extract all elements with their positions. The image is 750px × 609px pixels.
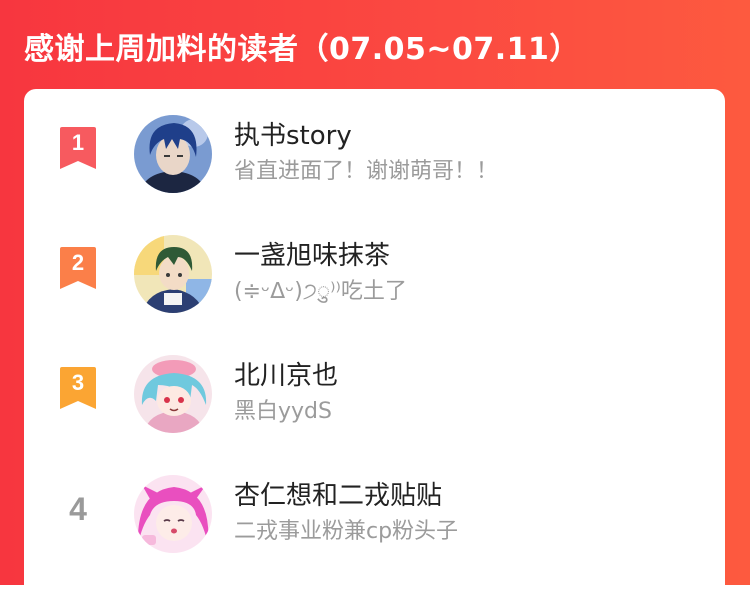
rank-ribbon-icon: 3: [57, 367, 99, 411]
green-hair-anime-avatar-icon[interactable]: [134, 235, 212, 313]
blue-hair-anime-avatar-icon[interactable]: [134, 115, 212, 193]
reader-message: 省直进面了！谢谢萌哥！！: [234, 159, 499, 184]
rank-ribbon-icon: 2: [57, 247, 99, 291]
banner-title: 感谢上周加料的读者（07.05~07.11）: [24, 32, 580, 67]
reader-row[interactable]: 3 北川京也 黑白yydS: [24, 329, 725, 433]
reader-message: 二戎事业粉兼cp粉头子: [234, 519, 459, 544]
rank-ribbon-icon: 1: [57, 127, 99, 171]
reader-name: 执书story: [234, 121, 352, 151]
reader-row[interactable]: 4 杏仁想和二戎贴贴 二戎事业粉兼cp粉头子: [24, 449, 725, 553]
thank-you-banner: 感谢上周加料的读者（07.05~07.11） 1 执书story 省直进面了！谢…: [0, 0, 750, 609]
rank-number: 2: [71, 250, 85, 275]
rank-number: 4: [69, 491, 87, 527]
rank-number: 3: [71, 370, 85, 395]
reader-message: 黑白yydS: [234, 399, 332, 424]
reader-row[interactable]: 2 一盏旭味抹茶 (≑ᵕᐃᵕ)੭ु⁾⁾吃土了: [24, 209, 725, 313]
reader-row[interactable]: 1 执书story 省直进面了！谢谢萌哥！！: [24, 89, 725, 193]
reader-list-card: 1 执书story 省直进面了！谢谢萌哥！！ 2 一盏旭味抹茶 (≑ᵕᐃᵕ)੭ु…: [24, 89, 725, 609]
reader-name: 一盏旭味抹茶: [234, 241, 391, 271]
pink-hair-anime-avatar-icon[interactable]: [134, 475, 212, 553]
rank-number: 1: [71, 130, 85, 155]
reader-name: 杏仁想和二戎贴贴: [234, 481, 443, 511]
reader-message: (≑ᵕᐃᵕ)੭ु⁾⁾吃土了: [234, 279, 407, 304]
cyan-hair-anime-avatar-icon[interactable]: [134, 355, 212, 433]
reader-name: 北川京也: [234, 361, 339, 391]
